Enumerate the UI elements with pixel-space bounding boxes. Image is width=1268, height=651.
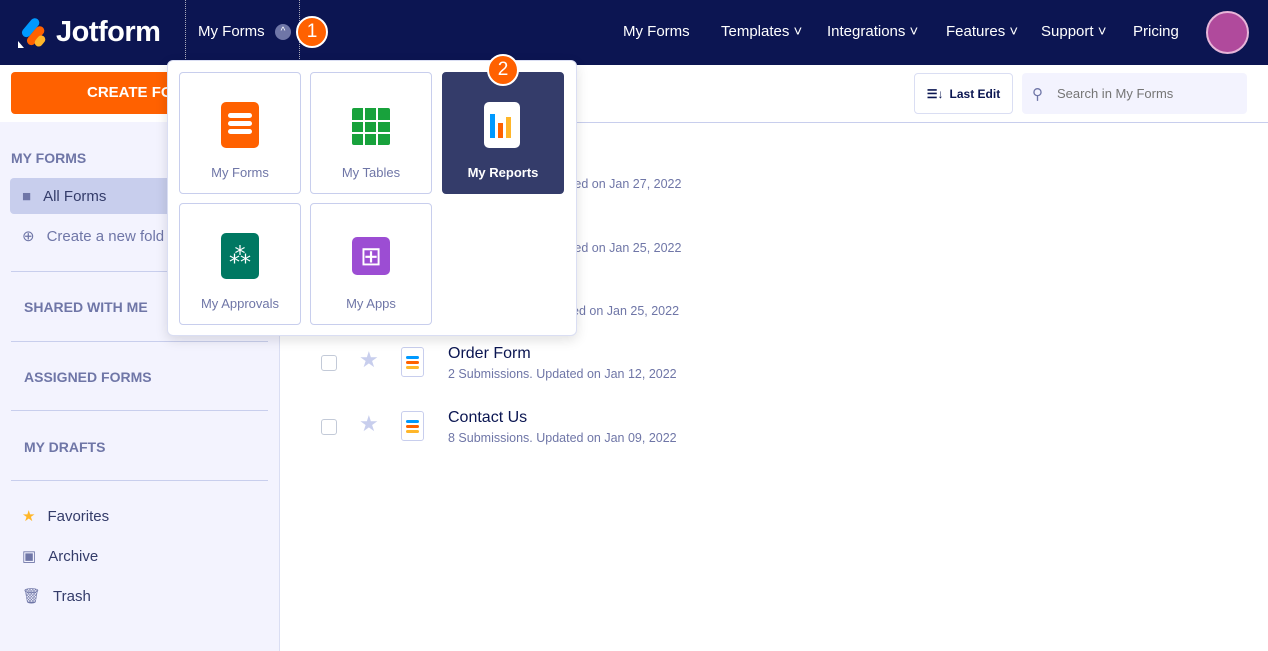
forms-icon (221, 102, 259, 148)
step-badge-1: 1 (296, 16, 328, 48)
divider (185, 0, 186, 65)
form-subtitle: ed on Jan 25, 2022 (572, 304, 680, 318)
tile-label: My Apps (346, 296, 396, 311)
nav-support[interactable]: Support ˅ (1041, 23, 1106, 40)
trash-icon: 🗑 (22, 588, 42, 605)
nav-integrations[interactable]: Integrations ˅ (827, 23, 918, 40)
tile-my-reports[interactable]: My Reports (442, 72, 564, 194)
plus-circle-icon: ⊕ (22, 228, 35, 245)
divider (11, 480, 268, 481)
tile-my-apps[interactable]: ⊞ My Apps (310, 203, 432, 325)
search-icon: ⚲ (1032, 86, 1043, 103)
approvals-icon: ⁂ (221, 233, 259, 279)
star-icon[interactable]: ★ (359, 347, 379, 373)
star-icon[interactable]: ★ (359, 411, 379, 437)
form-title[interactable]: Contact Us (448, 409, 527, 427)
nav-label: Integrations (827, 23, 906, 40)
jotform-logo[interactable]: Jotform (16, 16, 161, 49)
row-checkbox[interactable] (321, 419, 337, 435)
jotform-logo-icon (18, 17, 46, 48)
form-subtitle: 2 Submissions. Updated on Jan 12, 2022 (448, 367, 677, 381)
tile-my-approvals[interactable]: ⁂ My Approvals (179, 203, 301, 325)
sidebar-my-drafts[interactable]: MY DRAFTS (24, 439, 105, 455)
avatar[interactable] (1206, 11, 1249, 54)
nav-pricing[interactable]: Pricing (1133, 23, 1179, 40)
nav-my-forms[interactable]: My Forms (623, 23, 690, 40)
sidebar-item-label: Trash (53, 587, 91, 605)
sidebar-item-label: Favorites (47, 507, 110, 525)
tile-label: My Forms (211, 165, 269, 180)
nav-label: Support (1041, 23, 1094, 40)
tile-my-tables[interactable]: My Tables (310, 72, 432, 194)
form-subtitle: ated on Jan 27, 2022 (564, 177, 682, 191)
sidebar-item-label: All Forms (43, 187, 107, 205)
sidebar-item-favorites[interactable]: ★ Favorites (10, 498, 280, 534)
reports-icon (484, 102, 520, 148)
form-icon (401, 411, 424, 441)
divider (11, 341, 268, 342)
search-input[interactable] (1022, 73, 1247, 114)
sidebar-assigned-forms[interactable]: ASSIGNED FORMS (24, 369, 152, 385)
step-badge-2: 2 (487, 54, 519, 86)
form-icon (401, 347, 424, 377)
nav-label: Features (946, 23, 1006, 40)
form-row[interactable]: ★ Order Form 2 Submissions. Updated on J… (320, 345, 1020, 395)
my-forms-switcher[interactable]: My Forms (198, 23, 265, 40)
sidebar-item-label: Create a new fold (46, 227, 165, 245)
brand-name: Jotform (56, 16, 161, 48)
sidebar-heading-my-forms: MY FORMS (11, 150, 87, 166)
sidebar-item-label: Archive (48, 547, 99, 565)
form-row[interactable]: ★ Contact Us 8 Submissions. Updated on J… (320, 409, 1020, 459)
nav-features[interactable]: Features ˅ (946, 23, 1018, 40)
sidebar-item-archive[interactable]: ▣ Archive (10, 538, 280, 574)
nav-templates[interactable]: Templates ˅ (721, 23, 802, 40)
form-subtitle: ated on Jan 25, 2022 (564, 241, 682, 255)
nav-label: Templates (721, 23, 790, 40)
form-title[interactable]: Order Form (448, 345, 531, 363)
sidebar-item-trash[interactable]: 🗑 Trash (10, 578, 280, 614)
row-checkbox[interactable] (321, 355, 337, 371)
chevron-up-icon[interactable]: ^ (275, 24, 291, 40)
tables-icon (352, 108, 390, 145)
top-header: Jotform My Forms ^ 1 My Forms Templates … (0, 0, 1268, 65)
folder-icon: ■ (22, 187, 32, 205)
sort-button[interactable]: ☰↓ Last Edit (914, 73, 1013, 114)
tile-label: My Reports (467, 165, 539, 180)
star-icon: ★ (22, 508, 36, 525)
divider (11, 410, 268, 411)
tile-label: My Approvals (200, 296, 280, 311)
sidebar-shared-with-me[interactable]: SHARED WITH ME (24, 299, 148, 315)
tile-my-forms[interactable]: My Forms (179, 72, 301, 194)
tile-label: My Tables (341, 165, 401, 180)
apps-icon: ⊞ (352, 237, 390, 275)
sort-label: Last Edit (949, 86, 1001, 101)
form-subtitle: 8 Submissions. Updated on Jan 09, 2022 (448, 431, 677, 445)
sort-icon: ☰↓ (926, 86, 944, 101)
archive-icon: ▣ (22, 548, 37, 565)
product-switcher-dropdown: My Forms My Tables My Reports ⁂ My Appro… (167, 60, 577, 336)
